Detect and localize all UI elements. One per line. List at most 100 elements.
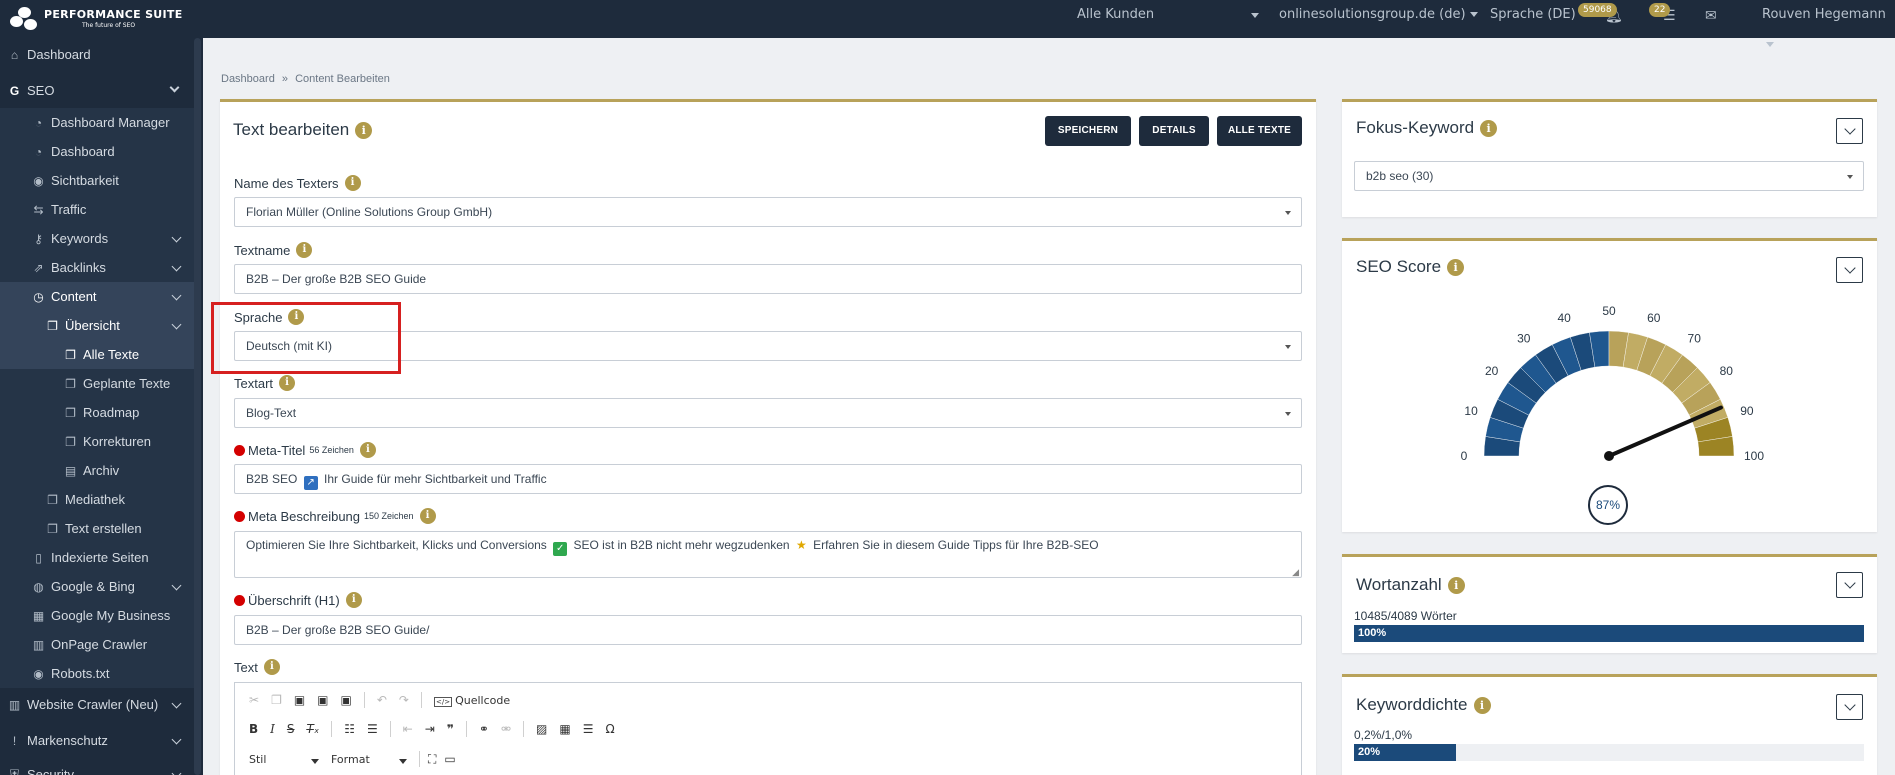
sidebar-item-website-crawler[interactable]: ▥ Website Crawler (Neu) xyxy=(0,690,194,719)
resize-handle-icon[interactable]: ◢ xyxy=(1292,568,1299,577)
collapse-button[interactable] xyxy=(1836,694,1863,720)
redo-icon[interactable]: ↷ xyxy=(399,693,409,707)
meta-desc-textarea[interactable]: Optimieren Sie Ihre Sichtbarkeit, Klicks… xyxy=(234,531,1302,578)
logo[interactable]: Performance Suite The future of SEO xyxy=(8,3,183,35)
texttype-select[interactable]: Blog-Text xyxy=(234,398,1302,428)
language-select[interactable]: Sprache (DE) xyxy=(1490,0,1588,30)
clear-format-icon[interactable]: T̶ₓ xyxy=(307,722,320,736)
user-menu[interactable]: Rouven Hegemann xyxy=(1762,0,1895,47)
details-button[interactable]: DETAILS xyxy=(1139,116,1209,146)
sidebar-scrollbar[interactable] xyxy=(194,38,201,775)
info-icon[interactable]: i xyxy=(355,122,373,140)
source-button[interactable]: </> Quellcode xyxy=(433,694,510,707)
textname-input[interactable]: B2B – Der große B2B SEO Guide xyxy=(234,264,1302,294)
sidebar-item-uebersicht[interactable]: ❐ Übersicht xyxy=(0,311,194,340)
breadcrumb: Dashboard » Content Bearbeiten xyxy=(221,73,390,85)
info-icon[interactable]: i xyxy=(296,242,313,258)
paste-word-icon[interactable]: ▣ xyxy=(341,693,352,707)
seo-score-bubble: 87% xyxy=(1588,485,1628,525)
info-icon[interactable]: i xyxy=(279,375,296,391)
sidebar-item-dashboard[interactable]: ⌂ Dashboard xyxy=(0,40,194,69)
sidebar-item-label: Content xyxy=(51,289,97,304)
panel-title: Text bearbeiten i xyxy=(233,120,373,140)
panel-title: Fokus-Keyword i xyxy=(1356,118,1498,138)
h1-input[interactable]: B2B – Der große B2B SEO Guide/ xyxy=(234,615,1302,645)
sidebar-item-text-erstellen[interactable]: ❐ Text erstellen xyxy=(0,514,194,543)
sidebar-item-backlinks[interactable]: ⇗ Backlinks xyxy=(0,253,194,282)
sidebar-item-archiv[interactable]: ▤ Archiv xyxy=(0,456,194,485)
info-icon[interactable]: i xyxy=(1480,120,1498,138)
sidebar-item-seo-dashboard[interactable]: ◔ Dashboard xyxy=(0,137,194,166)
logo-mark-icon xyxy=(8,4,38,34)
indent-icon[interactable]: ⇥ xyxy=(425,722,435,736)
unlink-icon[interactable]: ⚮ xyxy=(501,722,511,736)
cut-icon[interactable]: ✂ xyxy=(249,693,259,707)
breadcrumb-home-link[interactable]: Dashboard xyxy=(221,73,275,85)
maximize-icon[interactable]: ⛶ xyxy=(428,752,436,767)
numbered-list-icon[interactable]: ☷ xyxy=(344,722,355,736)
sidebar-item-onpage-crawler[interactable]: ▥ OnPage Crawler xyxy=(0,630,194,659)
info-icon[interactable]: i xyxy=(263,659,280,675)
meta-title-input[interactable]: B2B SEO ↗ Ihr Guide für mehr Sichtbarkei… xyxy=(234,464,1302,494)
gauge-tick-label: 40 xyxy=(1558,311,1572,325)
format-select[interactable]: Format xyxy=(331,753,411,766)
meta-desc-value-b: SEO ist in B2B nicht mehr wegzudenken xyxy=(573,538,790,552)
collapse-button[interactable] xyxy=(1836,572,1863,598)
info-icon[interactable]: i xyxy=(344,175,361,191)
sidebar-item-seo[interactable]: G SEO xyxy=(0,76,194,105)
sidebar-item-mediathek[interactable]: ❐ Mediathek xyxy=(0,485,194,514)
copy-icon[interactable]: ❐ xyxy=(271,693,282,707)
outdent-icon[interactable]: ⇤ xyxy=(403,722,413,736)
sidebar-item-robots[interactable]: ◉ Robots.txt xyxy=(0,659,194,688)
info-icon[interactable]: i xyxy=(419,508,436,524)
sidebar-item-dashboard-manager[interactable]: ◔ Dashboard Manager xyxy=(0,108,194,137)
bold-icon[interactable]: B xyxy=(249,722,258,736)
info-icon[interactable]: i xyxy=(1447,577,1465,595)
horizontal-rule-icon[interactable]: ☰ xyxy=(583,722,594,736)
chevron-down-icon xyxy=(1469,12,1478,17)
link-icon[interactable]: ⚭ xyxy=(479,722,489,736)
sidebar-item-keywords[interactable]: ⚷ Keywords xyxy=(0,224,194,253)
chart-icon: ▥ xyxy=(8,697,21,712)
collapse-button[interactable] xyxy=(1836,118,1863,144)
info-icon[interactable]: i xyxy=(1473,697,1491,715)
mail-icon[interactable]: ✉ xyxy=(1705,8,1717,24)
image-icon[interactable]: ▨ xyxy=(536,722,547,736)
sidebar-item-content[interactable]: ◷ Content xyxy=(0,282,194,311)
save-button[interactable]: SPEICHERN xyxy=(1045,116,1131,146)
sidebar-item-alle-texte[interactable]: ❐ Alle Texte xyxy=(0,340,194,369)
info-icon[interactable]: i xyxy=(359,442,376,458)
sidebar-item-korrekturen[interactable]: ❐ Korrekturen xyxy=(0,427,194,456)
domain-select[interactable]: onlinesolutionsgroup.de (de) xyxy=(1279,0,1478,30)
h1-label-text: Überschrift (H1) xyxy=(248,592,340,608)
gauge-tick-label: 70 xyxy=(1688,332,1702,346)
writer-select[interactable]: Florian Müller (Online Solutions Group G… xyxy=(234,197,1302,227)
paste-text-icon[interactable]: ▣ xyxy=(317,693,328,707)
sidebar-item-roadmap[interactable]: ❐ Roadmap xyxy=(0,398,194,427)
sidebar-item-indexierte-seiten[interactable]: ▯ Indexierte Seiten xyxy=(0,543,194,572)
table-icon[interactable]: ▦ xyxy=(559,722,570,736)
bulleted-list-icon[interactable]: ☰ xyxy=(367,722,378,736)
panel-title-text: Keyworddichte xyxy=(1356,695,1468,714)
info-icon[interactable]: i xyxy=(345,592,362,608)
all-texts-button[interactable]: ALLE TEXTE xyxy=(1217,116,1302,146)
strikethrough-icon[interactable]: S xyxy=(287,722,295,736)
sidebar-item-geplante-texte[interactable]: ❐ Geplante Texte xyxy=(0,369,194,398)
meta-desc-count: 150 Zeichen xyxy=(364,511,414,521)
sidebar-item-google-bing[interactable]: ◍ Google & Bing xyxy=(0,572,194,601)
sidebar-item-traffic[interactable]: ⇆ Traffic xyxy=(0,195,194,224)
special-char-icon[interactable]: Ω xyxy=(605,722,614,736)
undo-icon[interactable]: ↶ xyxy=(377,693,387,707)
sidebar-item-markenschutz[interactable]: ! Markenschutz xyxy=(0,726,194,755)
show-blocks-icon[interactable]: ▭ xyxy=(444,752,455,766)
sidebar-item-sichtbarkeit[interactable]: ◉ Sichtbarkeit xyxy=(0,166,194,195)
meta-title-count: 56 Zeichen xyxy=(309,445,354,455)
focus-keyword-select[interactable]: b2b seo (30) xyxy=(1354,161,1864,191)
blockquote-icon[interactable]: ❞ xyxy=(447,722,454,736)
paste-icon[interactable]: ▣ xyxy=(294,693,305,707)
italic-icon[interactable]: I xyxy=(270,722,275,736)
customer-select[interactable]: Alle Kunden xyxy=(1077,0,1259,30)
style-select[interactable]: Stil xyxy=(249,753,323,766)
sidebar-item-google-my-business[interactable]: ▦ Google My Business xyxy=(0,601,194,630)
sidebar-item-security[interactable]: ⛨ Security xyxy=(0,760,194,775)
